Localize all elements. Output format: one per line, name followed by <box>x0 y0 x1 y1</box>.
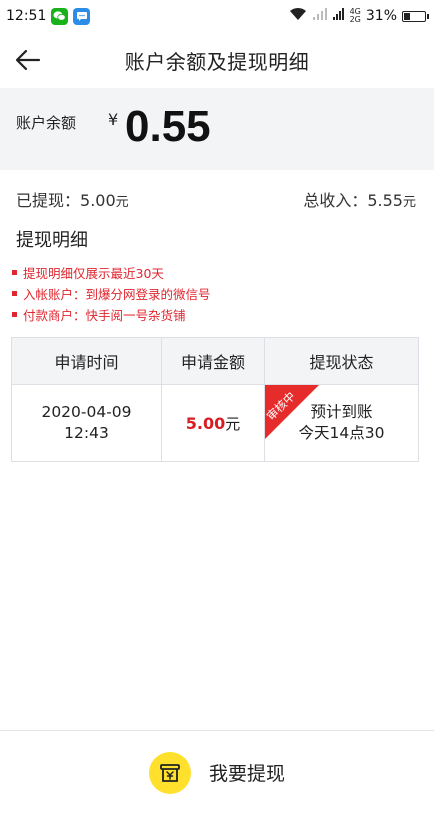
status-bar-right: 4G 2G 31% <box>289 7 429 25</box>
note-text: 入帐账户：到爆分网登录的微信号 <box>23 287 211 302</box>
message-icon <box>73 7 91 25</box>
wallet-icon <box>148 751 191 794</box>
signal-strength-icon-2 <box>332 7 345 25</box>
total-income-value: 5.55 <box>367 191 403 210</box>
network-type-bottom: 2G <box>349 15 361 24</box>
cell-withdraw-status: 审核中 预计到账 今天14点30 <box>264 384 419 462</box>
withdraw-label: 我要提现 <box>208 763 285 785</box>
withdrawn-summary: 已提现：5.00元 <box>16 187 129 211</box>
signal-strength-icon <box>312 7 328 25</box>
table-row: 2020-04-09 12:43 5.00元 审核中 预计到账 今天14点30 <box>11 384 419 462</box>
header-apply-amount: 申请金额 <box>161 337 265 385</box>
header-withdraw-status: 提现状态 <box>264 337 419 385</box>
note-item: 提现明细仅展示最近30天 <box>12 262 211 283</box>
table-header-row: 申请时间 申请金额 提现状态 <box>11 337 419 385</box>
balance-label: 账户余额 <box>16 114 77 132</box>
wifi-icon <box>289 7 307 25</box>
section-title: 提现明细 <box>16 230 88 251</box>
withdrawn-value: 5.00 <box>80 191 116 210</box>
note-item: 付款商户：快手阅一号杂货铺 <box>12 304 211 325</box>
battery-percent: 31% <box>365 8 397 24</box>
back-button[interactable] <box>14 46 42 74</box>
withdrawal-table: 申请时间 申请金额 提现状态 2020-04-09 12:43 5.00元 审核… <box>11 337 419 462</box>
balance-card: 账户余额 ¥ 0.55 <box>0 88 434 170</box>
withdrawn-unit: 元 <box>115 195 129 210</box>
header-apply-time: 申请时间 <box>11 337 162 385</box>
total-income-unit: 元 <box>402 195 416 210</box>
amount-unit: 元 <box>225 414 241 433</box>
cell-apply-time: 2020-04-09 12:43 <box>11 384 162 462</box>
cell-apply-amount: 5.00元 <box>161 384 265 462</box>
notes-list: 提现明细仅展示最近30天 入帐账户：到爆分网登录的微信号 付款商户：快手阅一号杂… <box>12 262 211 325</box>
note-text: 提现明细仅展示最近30天 <box>23 266 164 281</box>
note-item: 入帐账户：到爆分网登录的微信号 <box>12 283 211 304</box>
total-income-summary: 总收入：5.55元 <box>303 187 416 211</box>
status-bar: 12:51 4G 2G 31% <box>0 0 434 32</box>
bullet-icon <box>12 270 17 275</box>
apply-time: 12:43 <box>64 424 109 442</box>
battery-icon <box>402 10 429 22</box>
apply-amount: 5.00 <box>185 413 226 433</box>
bullet-icon <box>12 291 17 296</box>
currency-symbol: ¥ <box>108 110 119 129</box>
bottom-bar: 我要提现 <box>0 730 434 814</box>
app-header: 账户余额及提现明细 <box>0 32 434 88</box>
income-stats: 已提现：5.00元 总收入：5.55元 <box>0 186 434 212</box>
page-title: 账户余额及提现明细 <box>124 49 310 74</box>
arrow-left-icon <box>15 49 41 71</box>
bullet-icon <box>12 312 17 317</box>
apply-date: 2020-04-09 <box>41 403 132 421</box>
withdraw-button[interactable]: 我要提现 <box>148 751 285 794</box>
status-bar-left: 12:51 <box>6 7 91 25</box>
withdrawn-label: 已提现： <box>16 191 81 210</box>
status-time: 12:51 <box>6 8 47 24</box>
wechat-icon <box>51 7 69 25</box>
balance-amount: 0.55 <box>125 102 211 151</box>
total-income-label: 总收入： <box>303 191 368 210</box>
network-type: 4G 2G <box>350 8 361 24</box>
note-text: 付款商户：快手阅一号杂货铺 <box>23 308 186 323</box>
